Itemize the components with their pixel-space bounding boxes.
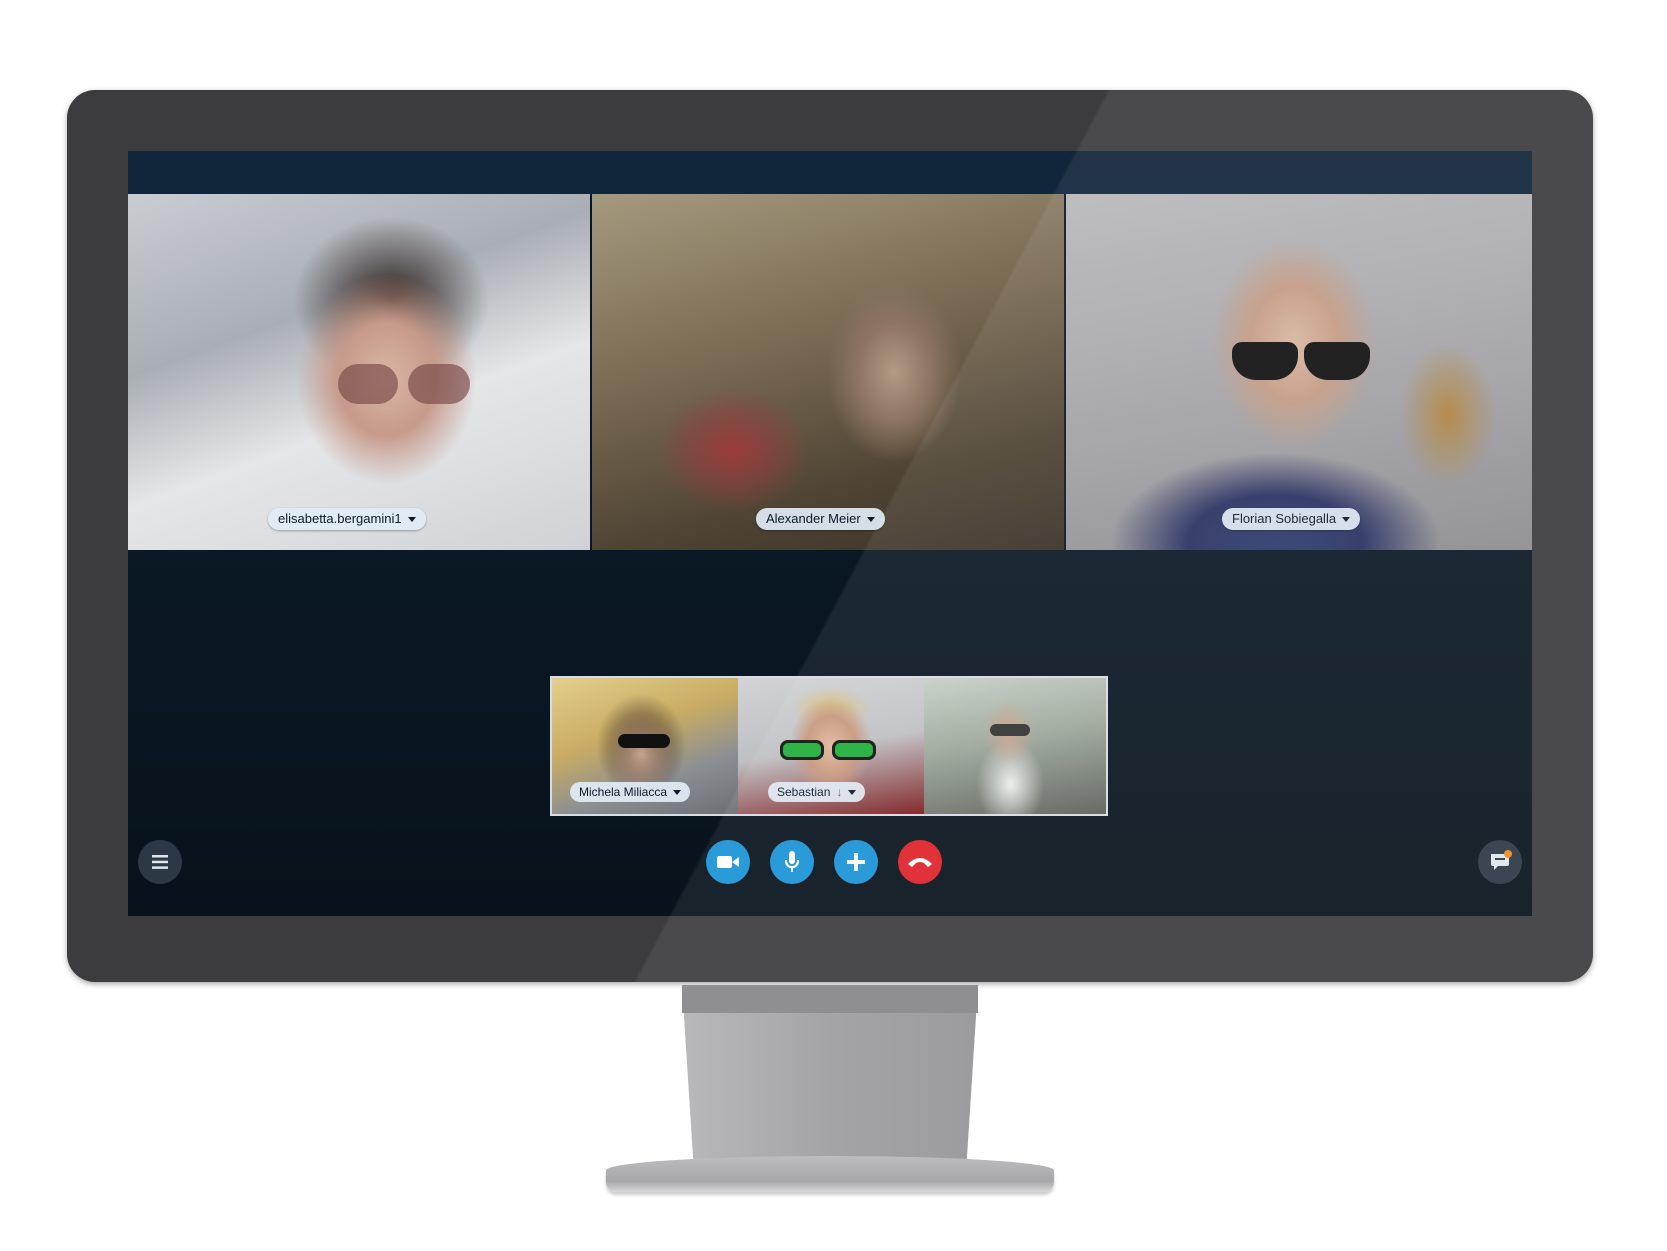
sunglasses [618,734,670,748]
sunglasses-right [1304,342,1370,380]
skype-call-window: elisabetta.bergamini1 Alexander Meier Fl… [128,151,1532,916]
sunglasses-left [1232,342,1298,380]
call-area: elisabetta.bergamini1 Alexander Meier Fl… [128,194,1532,916]
participant-video-1[interactable]: elisabetta.bergamini1 [128,194,590,550]
hang-up-icon [908,858,932,867]
menu-button[interactable] [138,840,182,884]
add-participant-button[interactable] [834,840,878,884]
monitor-stand-neck [682,985,978,1013]
microphone-icon [785,851,799,872]
monitor-base [606,1156,1054,1192]
participant-name: elisabetta.bergamini1 [278,511,402,526]
participant-name-tag[interactable]: Alexander Meier [756,508,885,530]
participant-video-3[interactable]: Florian Sobiegalla [1066,194,1532,550]
participant-thumbnail-2[interactable]: Sebastian ↓ [738,678,924,814]
participant-name-tag[interactable]: Florian Sobiegalla [1222,508,1361,530]
microphone-toggle-button[interactable] [770,840,814,884]
sunglasses-right [408,364,470,404]
chevron-down-icon [848,789,857,795]
video-toggle-button[interactable] [706,840,750,884]
menu-icon [152,855,168,869]
sunglasses-left [338,364,398,404]
chevron-down-icon [407,516,416,522]
participant-video-2[interactable]: Alexander Meier [592,194,1064,550]
microphone-muted-icon: ↓ [836,785,843,799]
sunglasses-right [832,740,876,760]
chevron-down-icon [673,789,682,795]
self-view-strip: Michela Miliacca Sebastian ↓ [550,676,1108,816]
participant-thumbnail-3[interactable] [924,678,1106,814]
title-bar [128,151,1532,194]
chevron-down-icon [866,516,875,522]
monitor: elisabetta.bergamini1 Alexander Meier Fl… [67,90,1593,982]
chat-button[interactable] [1478,840,1522,884]
participant-name-tag[interactable]: Sebastian ↓ [768,782,866,802]
participant-name: Florian Sobiegalla [1232,511,1337,526]
plus-icon [847,853,865,871]
participant-name: Sebastian [777,785,831,799]
chevron-down-icon [1342,516,1351,522]
participant-name: Michela Miliacca [579,785,668,799]
participant-name: Alexander Meier [766,511,861,526]
participant-thumbnail-1[interactable]: Michela Miliacca [552,678,738,814]
participant-name-tag[interactable]: elisabetta.bergamini1 [268,508,426,530]
participant-name-tag[interactable]: Michela Miliacca [570,782,691,802]
end-call-button[interactable] [898,840,942,884]
sunglasses [990,724,1030,736]
sunglasses-left [780,740,824,760]
notification-dot [1504,850,1512,858]
video-camera-icon [717,856,739,868]
